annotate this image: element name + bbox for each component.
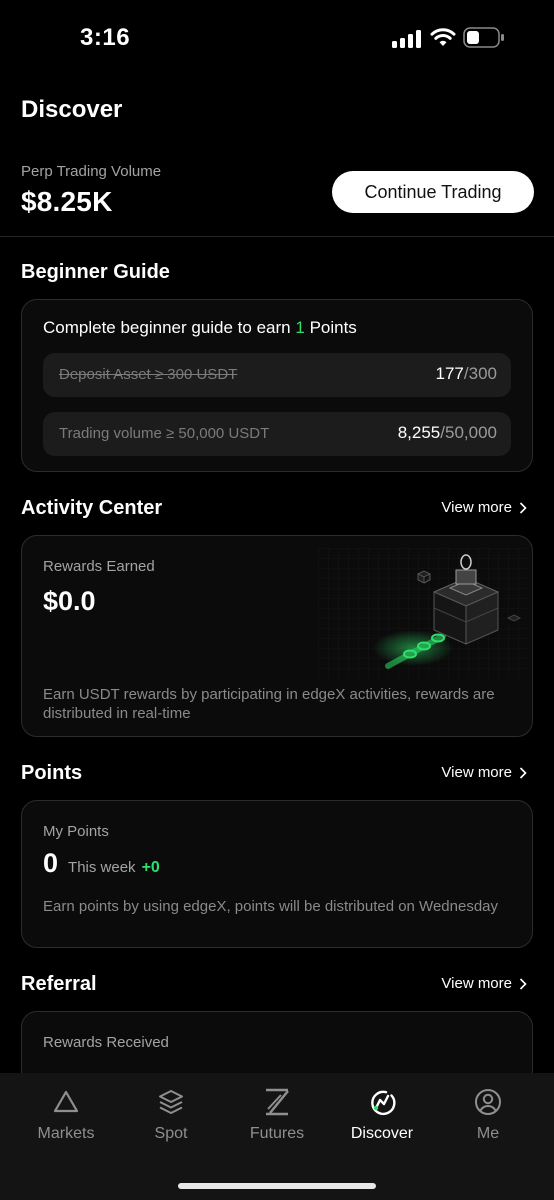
nav-item-spot[interactable]: Spot — [121, 1087, 221, 1147]
cellular-signal-icon — [392, 30, 422, 48]
user-icon — [475, 1089, 501, 1115]
points-title: Points — [21, 762, 83, 784]
nav-label: Futures — [249, 1125, 305, 1142]
status-time: 3:16 — [80, 24, 131, 51]
view-more-label: View more — [441, 499, 512, 516]
beginner-guide-heading: Complete beginner guide to earn 1 Points — [43, 318, 357, 338]
rewards-earned-label: Rewards Earned — [43, 558, 155, 575]
activity-center-card[interactable]: Rewards Earned $0.0 Earn USDT rewards by… — [21, 535, 533, 737]
z-logo-icon — [266, 1088, 289, 1116]
nav-label: Me — [476, 1125, 500, 1142]
guide-heading-prefix: Complete beginner guide to earn — [43, 318, 291, 337]
referral-title: Referral — [21, 973, 97, 995]
page-title: Discover — [21, 96, 123, 123]
this-week-delta: +0 — [141, 859, 160, 876]
points-row: 0 This week +0 — [43, 848, 160, 879]
perp-volume-value: $8.25K — [21, 186, 113, 217]
view-more-label: View more — [441, 975, 512, 992]
this-week-label: This week — [68, 859, 136, 876]
header-divider — [0, 236, 554, 237]
activity-description: Earn USDT rewards by participating in ed… — [43, 686, 495, 722]
task-progress: 8,255/50,000 — [398, 423, 497, 443]
points-card[interactable]: My Points 0 This week +0 Earn points by … — [21, 800, 533, 948]
task-trading-volume[interactable]: Trading volume ≥ 50,000 USDT 8,255/50,00… — [43, 412, 511, 456]
my-points-label: My Points — [43, 823, 109, 840]
task-progress: 177/300 — [436, 364, 497, 384]
task-progress-total: 50,000 — [445, 423, 497, 442]
view-more-label: View more — [441, 764, 512, 781]
points-view-more-link[interactable]: View more — [441, 764, 528, 781]
discover-screen: 3:16 Discover Perp Trading Volume $8.25K… — [0, 0, 554, 1200]
referral-view-more-link[interactable]: View more — [441, 975, 528, 992]
task-label: Trading volume ≥ 50,000 USDT — [59, 425, 270, 442]
activity-view-more-link[interactable]: View more — [441, 499, 528, 516]
triangle-icon — [53, 1090, 79, 1113]
task-deposit-asset[interactable]: Deposit Asset ≥ 300 USDT 177/300 — [43, 353, 511, 397]
activity-center-title: Activity Center — [21, 497, 163, 519]
chevron-right-icon — [519, 501, 527, 514]
task-progress-current: 177 — [435, 364, 464, 383]
compass-icon — [371, 1090, 396, 1116]
nav-label: Discover — [350, 1125, 414, 1142]
nav-label: Markets — [37, 1125, 95, 1142]
continue-trading-button[interactable]: Continue Trading — [332, 171, 534, 213]
reward-box-illustration — [318, 548, 528, 678]
bottom-nav: Markets Spot Futures Discover Me — [0, 1073, 554, 1200]
rewards-received-label: Rewards Received — [43, 1034, 169, 1051]
guide-heading-points: 1 — [295, 318, 305, 337]
battery-icon — [463, 27, 504, 48]
chevron-right-icon — [519, 977, 527, 990]
status-bar: 3:16 — [0, 0, 554, 78]
task-progress-current: 8,255 — [397, 423, 441, 442]
points-description: Earn points by using edgeX, points will … — [43, 898, 499, 915]
nav-item-futures[interactable]: Futures — [227, 1087, 327, 1147]
wifi-icon — [430, 28, 456, 46]
beginner-guide-title: Beginner Guide — [21, 261, 170, 283]
beginner-guide-card: Complete beginner guide to earn 1 Points… — [21, 299, 533, 472]
rewards-earned-value: $0.0 — [43, 586, 96, 616]
task-label: Deposit Asset ≥ 300 USDT — [59, 366, 238, 383]
nav-item-markets[interactable]: Markets — [16, 1087, 116, 1147]
nav-item-me[interactable]: Me — [438, 1087, 538, 1147]
my-points-value: 0 — [43, 848, 59, 878]
nav-item-discover[interactable]: Discover — [332, 1087, 432, 1147]
perp-volume-label: Perp Trading Volume — [21, 163, 162, 180]
layers-icon — [159, 1090, 183, 1114]
home-indicator — [178, 1183, 376, 1189]
chevron-right-icon — [519, 766, 527, 779]
nav-label: Spot — [154, 1125, 188, 1142]
task-progress-total: 300 — [468, 364, 497, 383]
guide-heading-suffix: Points — [309, 318, 357, 337]
